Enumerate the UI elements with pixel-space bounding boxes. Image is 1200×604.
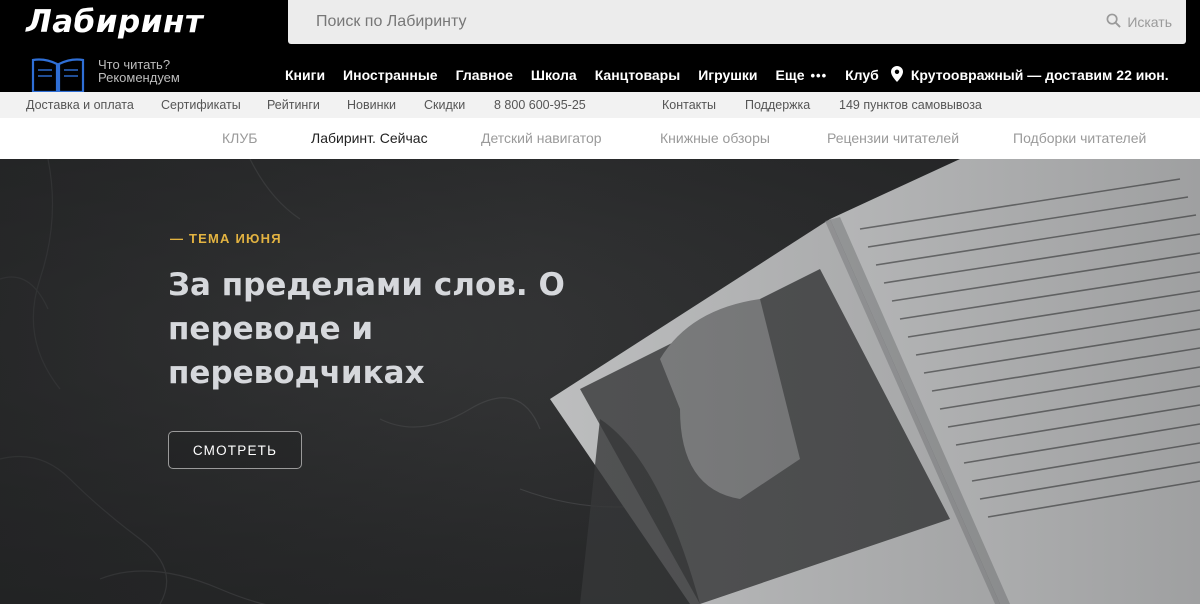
- nav-club[interactable]: Клуб: [845, 67, 879, 83]
- link-discounts[interactable]: Скидки: [424, 98, 465, 112]
- nav-toys[interactable]: Игрушки: [698, 67, 757, 83]
- search-button[interactable]: Искать: [1106, 12, 1172, 32]
- recommend-line2: Рекомендуем: [98, 70, 180, 85]
- service-bar: Доставка и оплата Сертификаты Рейтинги Н…: [0, 92, 1200, 118]
- recommend-text: Что читать? Рекомендуем: [98, 58, 180, 84]
- nav-books[interactable]: Книги: [285, 67, 325, 83]
- nav-main[interactable]: Главное: [456, 67, 513, 83]
- tab-club[interactable]: КЛУБ: [222, 130, 257, 146]
- nav-school[interactable]: Школа: [531, 67, 577, 83]
- search-button-label: Искать: [1127, 14, 1172, 30]
- phone-number[interactable]: 8 800 600-95-25: [494, 98, 586, 112]
- link-ratings[interactable]: Рейтинги: [267, 98, 320, 112]
- location-pin-icon: [890, 65, 903, 85]
- tab-book-reviews[interactable]: Книжные обзоры: [660, 130, 770, 146]
- more-dots-icon: •••: [810, 67, 828, 83]
- nav-more[interactable]: Еще •••: [776, 67, 828, 83]
- link-new[interactable]: Новинки: [347, 98, 396, 112]
- link-pickup-points[interactable]: 149 пунктов самовывоза: [839, 98, 982, 112]
- delivery-location[interactable]: Крутоовражный — доставим 22 июн.: [890, 65, 1169, 85]
- search-bar: Искать: [288, 0, 1186, 44]
- delivery-text: Крутоовражный — доставим 22 июн.: [910, 67, 1169, 83]
- nav-foreign[interactable]: Иностранные: [343, 67, 438, 83]
- site-logo[interactable]: Лабиринт: [26, 4, 203, 40]
- link-contacts[interactable]: Контакты: [662, 98, 716, 112]
- tab-kids-navigator[interactable]: Детский навигатор: [481, 130, 602, 146]
- top-header: Лабиринт Искать Что читать? Рекомендуем: [0, 0, 1200, 92]
- link-delivery-payment[interactable]: Доставка и оплата: [26, 98, 134, 112]
- tab-reader-reviews[interactable]: Рецензии читателей: [827, 130, 959, 146]
- hero-title[interactable]: За пределами слов. О переводе и переводч…: [168, 263, 568, 395]
- search-input[interactable]: [288, 0, 1078, 44]
- link-support[interactable]: Поддержка: [745, 98, 810, 112]
- club-nav: КЛУБ Лабиринт. Сейчас Детский навигатор …: [0, 118, 1200, 159]
- link-certificates[interactable]: Сертификаты: [161, 98, 241, 112]
- nav-more-label: Еще: [775, 67, 805, 83]
- theme-tag: — ТЕМА ИЮНЯ: [170, 231, 282, 246]
- tab-labirint-now[interactable]: Лабиринт. Сейчас: [311, 130, 428, 146]
- tab-reader-collections[interactable]: Подборки читателей: [1013, 130, 1146, 146]
- hero-banner[interactable]: — ТЕМА ИЮНЯ За пределами слов. О перевод…: [0, 159, 1200, 604]
- main-nav: Книги Иностранные Главное Школа Канцтова…: [285, 65, 1169, 85]
- nav-stationery[interactable]: Канцтовары: [595, 67, 681, 83]
- open-book-icon: [30, 56, 86, 92]
- search-icon: [1106, 13, 1122, 31]
- recommend-link[interactable]: Что читать? Рекомендуем: [30, 56, 180, 92]
- watch-button[interactable]: СМОТРЕТЬ: [168, 431, 302, 469]
